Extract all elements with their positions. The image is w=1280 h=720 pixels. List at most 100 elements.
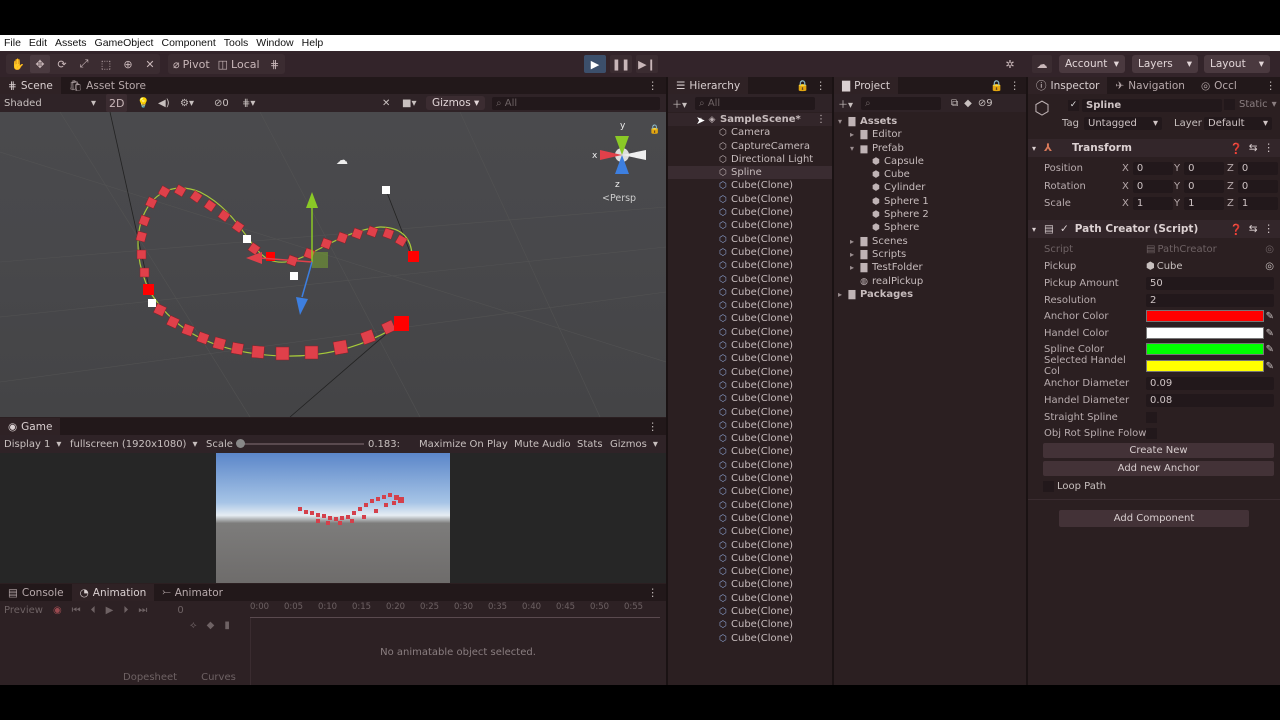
cloud-icon[interactable]: ☁ (1032, 55, 1052, 73)
asset-realpickup[interactable]: ◍ realPickup (834, 275, 1026, 288)
prefab-item[interactable]: ⬢ Cube (834, 168, 1026, 181)
active-checkbox[interactable]: ✓ (1068, 100, 1079, 111)
eyedropper-icon[interactable]: ✎ (1266, 328, 1274, 339)
menu-component[interactable]: Component (157, 37, 219, 49)
hierarchy-item-cube-clone[interactable]: ⬡ Cube(Clone) (668, 525, 832, 538)
anchor-point[interactable] (408, 251, 419, 262)
transform-header[interactable]: ▾ ⅄ Transform ❓ ⇆ ⋮ (1028, 139, 1280, 157)
tab-scene[interactable]: ⋕ Scene (0, 77, 61, 94)
rotation-y-field[interactable]: 0 (1184, 179, 1225, 193)
mode-2d-button[interactable]: 2D (106, 94, 128, 112)
hierarchy-item-cube-clone[interactable]: ⬡ Cube(Clone) (668, 512, 832, 525)
folder-packages[interactable]: ▸ ▇ Packages (834, 288, 1026, 301)
path-creator-header[interactable]: ▾ ▤ ✓ Path Creator (Script) ❓ ⇆ ⋮ (1028, 220, 1280, 238)
tools-icon[interactable]: ✕ (382, 98, 390, 109)
menu-window[interactable]: Window (252, 37, 297, 49)
scene-search-input[interactable]: ⌕ All (492, 96, 660, 110)
control-handle[interactable] (290, 272, 298, 280)
hidden-packages-icon[interactable]: ⊘9 (978, 98, 993, 109)
move-gizmo[interactable] (246, 192, 328, 315)
transform-tool-icon[interactable]: ⊕ (118, 55, 138, 73)
pause-button[interactable]: ❚❚ (610, 55, 632, 73)
next-frame-icon[interactable]: ⏵ (123, 605, 128, 616)
straight-spline-checkbox[interactable] (1146, 411, 1157, 423)
more-icon[interactable]: ⋮ (648, 80, 659, 92)
add-event-icon[interactable]: ▮ (224, 620, 230, 631)
hierarchy-item-cube-clone[interactable]: ⬡ Cube(Clone) (668, 406, 832, 419)
scene-viewport[interactable]: ☁ y x z <Persp 🔒 (0, 112, 666, 417)
menu-edit[interactable]: Edit (25, 37, 51, 49)
hierarchy-item-cube-clone[interactable]: ⬡ Cube(Clone) (668, 259, 832, 272)
hierarchy-item-cube-clone[interactable]: ⬡ Cube(Clone) (668, 592, 832, 605)
eyedropper-icon[interactable]: ✎ (1266, 361, 1274, 372)
more-icon[interactable]: ⋮ (816, 113, 826, 126)
hierarchy-item-cube-clone[interactable]: ⬡ Cube(Clone) (668, 286, 832, 299)
custom-tool-icon[interactable]: ✕ (140, 55, 160, 73)
grid-snap-icon[interactable]: ⋕ (265, 55, 285, 73)
control-handle[interactable] (148, 299, 156, 307)
eyedropper-icon[interactable]: ✎ (1266, 344, 1274, 355)
menu-assets[interactable]: Assets (51, 37, 91, 49)
hierarchy-item-spline[interactable]: ⬡ Spline (668, 166, 832, 180)
object-name-input[interactable]: Spline (1082, 99, 1222, 112)
tag-dropdown[interactable]: Untagged ▾ (1084, 117, 1162, 130)
hierarchy-item-capturecamera[interactable]: ⬡ CaptureCamera (668, 140, 832, 153)
rect-tool-icon[interactable]: ⬚ (96, 55, 116, 73)
help-icon[interactable]: ❓ (1230, 223, 1243, 236)
tab-console[interactable]: ▤ Console (0, 584, 72, 601)
hierarchy-item-directional-light[interactable]: ⬡ Directional Light (668, 153, 832, 166)
layer-dropdown[interactable]: Default ▾ (1204, 117, 1272, 130)
more-icon[interactable]: ⋮ (1266, 80, 1277, 92)
more-icon[interactable]: ⋮ (1010, 80, 1021, 92)
hierarchy-item-cube-clone[interactable]: ⬡ Cube(Clone) (668, 485, 832, 498)
account-dropdown[interactable]: Account ▾ (1059, 55, 1125, 73)
scene-gizmos-dropdown[interactable]: Gizmos ▾ (426, 96, 486, 110)
prefab-item[interactable]: ⬢ Sphere 2 (834, 208, 1026, 221)
hierarchy-item-cube-clone[interactable]: ⬡ Cube(Clone) (668, 419, 832, 432)
position-z-field[interactable]: 0 (1237, 161, 1278, 175)
folder-assets[interactable]: ▾ ▇ Assets (834, 115, 1026, 128)
preview-toggle[interactable]: Preview (4, 605, 43, 616)
lighting-icon[interactable]: 💡 (137, 98, 149, 109)
create-new-button[interactable]: Create New (1043, 443, 1274, 458)
hierarchy-item-cube-clone[interactable]: ⬡ Cube(Clone) (668, 366, 832, 379)
eyedropper-icon[interactable]: ✎ (1266, 311, 1274, 322)
handel-color-swatch[interactable] (1146, 327, 1264, 339)
menu-gameobject[interactable]: GameObject (91, 37, 158, 49)
add-new-anchor-button[interactable]: Add new Anchor (1043, 461, 1274, 476)
hierarchy-item-cube-clone[interactable]: ⬡ Cube(Clone) (668, 206, 832, 219)
orientation-gizmo[interactable]: y x z <Persp (592, 121, 646, 204)
frame-field[interactable]: 0 (177, 605, 183, 616)
hierarchy-item-cube-clone[interactable]: ⬡ Cube(Clone) (668, 445, 832, 458)
hierarchy-item-cube-clone[interactable]: ⬡ Cube(Clone) (668, 605, 832, 618)
hand-tool-icon[interactable]: ✋ (8, 55, 28, 73)
hierarchy-item-cube-clone[interactable]: ⬡ Cube(Clone) (668, 219, 832, 232)
play-icon[interactable]: ▶ (106, 605, 114, 616)
help-icon[interactable]: ❓ (1230, 142, 1243, 155)
obj-rot-checkbox[interactable] (1146, 427, 1157, 439)
position-y-field[interactable]: 0 (1184, 161, 1225, 175)
hierarchy-item-cube-clone[interactable]: ⬡ Cube(Clone) (668, 618, 832, 631)
more-icon[interactable]: ⋮ (1264, 223, 1275, 235)
scale-tool-icon[interactable]: ⤢ (74, 55, 94, 73)
tab-project[interactable]: ▇ Project (834, 77, 899, 94)
hierarchy-item-cube-clone[interactable]: ⬡ Cube(Clone) (668, 233, 832, 246)
hierarchy-search-input[interactable]: ⌕ All (695, 96, 816, 110)
menu-help[interactable]: Help (298, 37, 328, 49)
handel-color-field[interactable]: ✎ (1146, 327, 1274, 340)
mute-audio-toggle[interactable]: Mute Audio (514, 439, 571, 450)
stats-toggle[interactable]: Stats (577, 439, 603, 450)
tab-asset-store[interactable]: 🛍 Asset Store (61, 77, 154, 94)
tab-hierarchy[interactable]: ☰ Hierarchy (668, 77, 749, 94)
lock-icon[interactable]: 🔒 (796, 79, 809, 92)
pivot-button[interactable]: ⌀ Pivot (170, 55, 213, 73)
camera-icon[interactable]: ■▾ (402, 98, 416, 109)
light-icon[interactable]: ☁ (336, 153, 348, 167)
hierarchy-item-cube-clone[interactable]: ⬡ Cube(Clone) (668, 392, 832, 405)
anchor-color-field[interactable]: ✎ (1146, 310, 1274, 323)
maximize-on-play-toggle[interactable]: Maximize On Play (419, 439, 508, 450)
hierarchy-item-cube-clone[interactable]: ⬡ Cube(Clone) (668, 312, 832, 325)
effects-icon[interactable]: ⚙▾ (180, 98, 194, 109)
tab-animation[interactable]: ◔ Animation (71, 584, 155, 601)
filter-type-icon[interactable]: ⧉ (951, 98, 958, 109)
